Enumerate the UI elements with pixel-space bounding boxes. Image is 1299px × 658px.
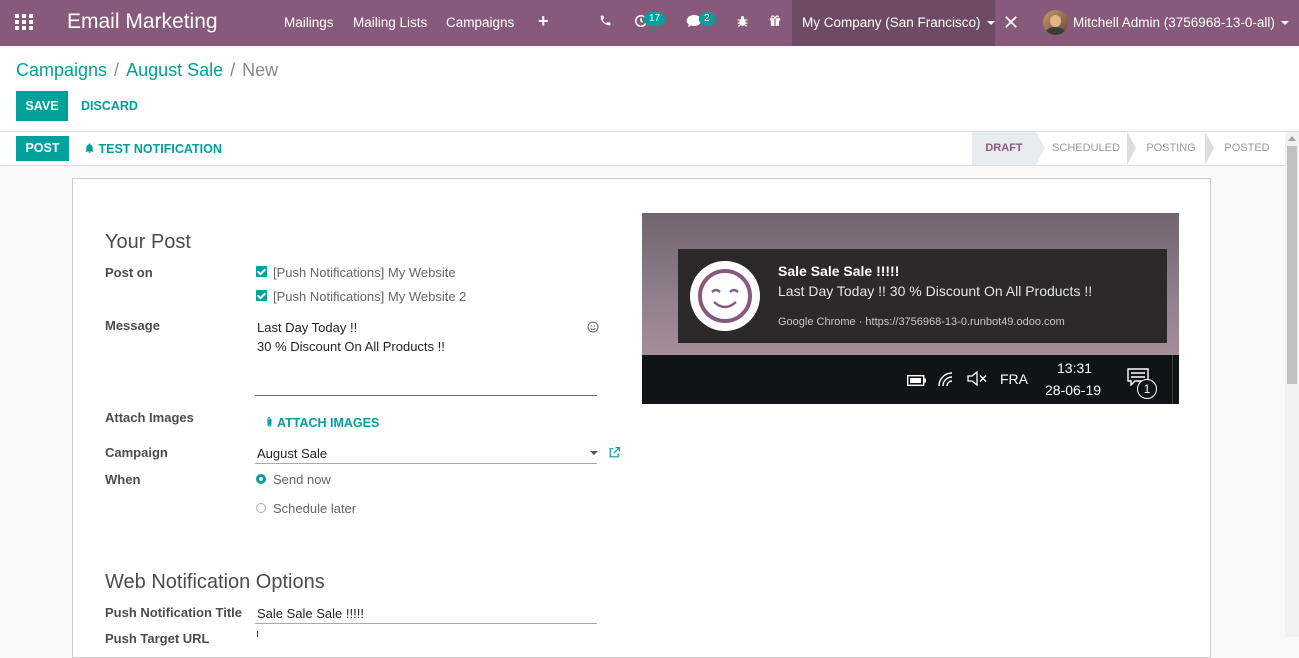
message-field-underline (255, 395, 597, 396)
preview-notification-card: Sale Sale Sale !!!!! Last Day Today !! 3… (678, 249, 1167, 343)
push-title-underline (255, 623, 597, 624)
avatar[interactable] (1043, 10, 1068, 35)
preview-source: Google Chrome · https://3756968-13-0.run… (778, 316, 1065, 328)
stage-posting[interactable]: Posting (1137, 132, 1205, 165)
user-menu[interactable]: Mitchell Admin (3756968-13-0-all) (1073, 15, 1289, 30)
radio-send-now[interactable] (256, 474, 266, 484)
tools-icon[interactable] (1004, 15, 1018, 32)
battery-icon (906, 374, 927, 389)
app-name[interactable]: Email Marketing (67, 10, 218, 34)
smiley-icon (690, 261, 760, 331)
post-on-checkbox-2[interactable] (256, 290, 267, 301)
post-on-option-1[interactable]: [Push Notifications] My Website (273, 265, 456, 280)
notification-preview: Sale Sale Sale !!!!! Last Day Today !! 3… (642, 213, 1179, 404)
bell-icon (85, 143, 94, 154)
test-notification-button[interactable]: Test Notification (84, 142, 222, 156)
scroll-up-arrow[interactable] (1288, 136, 1296, 141)
menu-mailing-lists[interactable]: Mailing Lists (353, 15, 427, 30)
user-name: Mitchell Admin (3756968-13-0-all) (1073, 15, 1275, 30)
control-panel: Campaigns / August Sale / New Save Discard (0, 46, 1299, 132)
discard-button[interactable]: Discard (81, 99, 138, 113)
campaign-field[interactable]: August Sale (257, 446, 327, 461)
breadcrumb-separator: / (114, 60, 120, 80)
attach-images-button[interactable]: Attach Images (265, 416, 379, 430)
when-option-send-now[interactable]: Send now (273, 472, 331, 487)
test-notification-label: Test Notification (98, 142, 222, 156)
apps-menu-icon[interactable] (15, 14, 35, 32)
bug-icon[interactable] (736, 14, 749, 31)
radio-schedule-later[interactable] (256, 503, 266, 513)
attach-images-button-label: Attach Images (277, 416, 380, 430)
stage-separator (1205, 132, 1214, 165)
post-on-checkbox-1[interactable] (256, 266, 267, 277)
breadcrumb-separator: / (230, 60, 236, 80)
external-link-icon[interactable] (608, 446, 621, 462)
stage-posted[interactable]: Posted (1215, 132, 1279, 165)
section-title-web-notification: Web Notification Options (105, 571, 325, 593)
top-navbar: Email Marketing Mailings Mailing Lists C… (0, 0, 1299, 46)
campaign-label: Campaign (105, 445, 168, 460)
attach-images-label: Attach Images (105, 410, 194, 425)
push-title-label: Push Notification Title (105, 605, 242, 620)
wifi-icon (938, 372, 956, 390)
breadcrumb-campaigns[interactable]: Campaigns (16, 60, 107, 80)
caret-down-icon (1280, 21, 1289, 26)
emoji-icon[interactable] (587, 321, 599, 336)
message-badge: 2 (699, 12, 715, 26)
breadcrumb: Campaigns / August Sale / New (16, 60, 278, 81)
when-option-schedule-later[interactable]: Schedule later (273, 501, 356, 516)
message-label: Message (105, 318, 160, 333)
message-line-2[interactable]: 30 % Discount On All Products !! (257, 339, 445, 354)
taskbar-time: 13:31 (1057, 360, 1093, 376)
stage-separator (1036, 132, 1045, 165)
post-on-label: Post on (105, 265, 153, 280)
preview-title: Sale Sale Sale !!!!! (778, 263, 900, 279)
push-url-field[interactable] (257, 631, 258, 637)
breadcrumb-august-sale[interactable]: August Sale (126, 60, 223, 80)
when-label: When (105, 472, 141, 487)
message-line-1[interactable]: Last Day Today !! (257, 320, 357, 335)
caret-down-icon (986, 21, 995, 26)
company-name: My Company (San Francisco) (802, 15, 981, 30)
menu-campaigns[interactable]: Campaigns (446, 15, 514, 30)
taskbar-divider (1172, 355, 1173, 404)
campaign-dropdown-icon[interactable] (590, 451, 598, 455)
save-button[interactable]: Save (16, 91, 68, 121)
breadcrumb-current: New (242, 60, 279, 80)
push-title-field[interactable]: Sale Sale Sale !!!!! (257, 606, 364, 621)
phone-icon[interactable] (599, 14, 612, 30)
preview-taskbar: FRA 13:31 28-06-19 1 (642, 355, 1179, 404)
status-bar: Post Test Notification Draft Scheduled P… (0, 132, 1299, 166)
campaign-field-underline (255, 463, 597, 464)
preview-body: Last Day Today !! 30 % Discount On All P… (778, 283, 1093, 299)
post-button[interactable]: Post (16, 136, 69, 161)
activity-badge: 17 (644, 12, 666, 26)
volume-muted-icon (967, 370, 987, 389)
company-switcher[interactable]: My Company (San Francisco) (792, 0, 995, 46)
stage-scheduled[interactable]: Scheduled (1046, 132, 1126, 165)
scrollbar-thumb[interactable] (1287, 146, 1297, 384)
gift-icon[interactable] (768, 13, 782, 30)
plus-icon[interactable]: + (538, 11, 549, 32)
stage-draft[interactable]: Draft (972, 132, 1036, 165)
menu-mailings[interactable]: Mailings (284, 15, 334, 30)
post-on-option-2[interactable]: [Push Notifications] My Website 2 (273, 289, 466, 304)
paperclip-icon (267, 417, 272, 427)
taskbar-language: FRA (1000, 371, 1028, 387)
taskbar-date: 28-06-19 (1045, 382, 1102, 398)
taskbar-notification-count: 1 (1137, 379, 1157, 399)
stage-separator (1127, 132, 1136, 165)
push-url-label: Push Target URL (105, 631, 210, 646)
section-title-your-post: Your Post (105, 231, 191, 253)
scrollbar[interactable] (1285, 132, 1299, 637)
